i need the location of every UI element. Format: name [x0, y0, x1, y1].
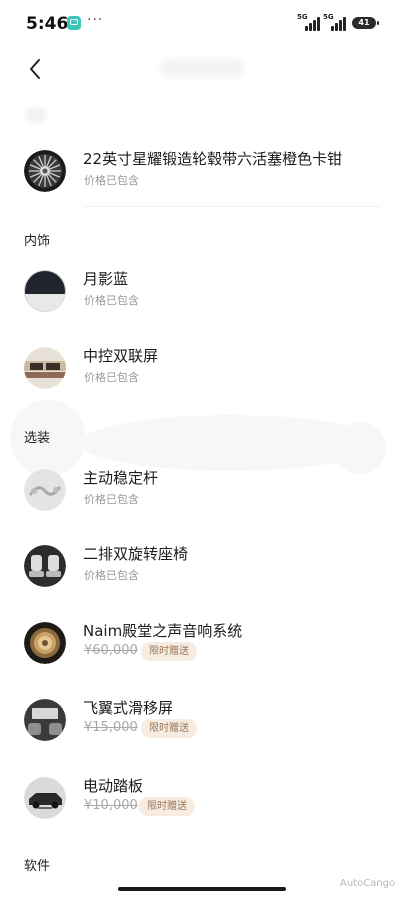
option-price-status: 价格已包含	[84, 174, 139, 187]
more-notifications-icon: ···	[87, 12, 104, 28]
option-name: 电动踏板	[83, 777, 144, 795]
stabilizer-icon	[24, 469, 66, 511]
option-item-rotating-seats[interactable]: 二排双旋转座椅 价格已包含	[0, 541, 404, 601]
free-gift-badge: 限时赠送	[141, 642, 197, 661]
screen-icon	[24, 699, 66, 741]
battery-icon: 41	[352, 17, 379, 29]
option-item-sliding-screen[interactable]: 飞翼式滑移屏 ¥15,000 限时赠送	[0, 695, 404, 755]
speaker-icon	[24, 622, 66, 664]
section-title-interior: 内饰	[24, 234, 51, 249]
network-type-label: 5G	[323, 13, 334, 21]
color-swatch-icon	[24, 270, 66, 312]
option-item-color[interactable]: 月影蓝 价格已包含	[0, 266, 404, 326]
signal-icon: 5G	[323, 13, 349, 31]
option-item-stabilizer[interactable]: 主动稳定杆 价格已包含	[0, 465, 404, 525]
option-price-status: 价格已包含	[84, 371, 139, 384]
option-name: 飞翼式滑移屏	[83, 699, 174, 717]
option-item-wheel[interactable]: 22英寸星耀锻造轮毂带六活塞橙色卡钳 价格已包含	[0, 146, 404, 206]
option-item-running-board[interactable]: 电动踏板 ¥10,000 限时赠送	[0, 773, 404, 833]
option-price-status: 价格已包含	[84, 294, 139, 307]
option-price-status: 价格已包含	[84, 493, 139, 506]
page-title-blurred	[160, 58, 244, 78]
option-name: 月影蓝	[83, 270, 129, 288]
original-price: ¥60,000	[84, 643, 138, 658]
wheel-icon	[24, 150, 66, 192]
option-name: 22英寸星耀锻造轮毂带六活塞橙色卡钳	[83, 150, 343, 168]
section-title-options: 选装	[24, 431, 51, 446]
home-indicator[interactable]	[118, 887, 286, 891]
back-button[interactable]	[24, 57, 48, 81]
seat-icon	[24, 545, 66, 587]
option-name: 中控双联屏	[83, 347, 159, 365]
section-label-blurred	[26, 108, 46, 122]
free-gift-badge: 限时赠送	[139, 797, 195, 816]
option-name: 二排双旋转座椅	[83, 545, 189, 563]
option-price-status: 价格已包含	[84, 569, 139, 582]
section-title-software: 软件	[24, 859, 51, 874]
original-price: ¥15,000	[84, 720, 138, 735]
divider	[84, 206, 380, 207]
option-name: Naim殿堂之声音响系统	[83, 622, 243, 640]
running-board-icon	[24, 777, 66, 819]
original-price: ¥10,000	[84, 798, 138, 813]
chevron-left-icon	[30, 59, 40, 79]
free-gift-badge: 限时赠送	[141, 719, 197, 738]
status-time: 5:46	[26, 14, 69, 34]
network-type-label: 5G	[297, 13, 308, 21]
watermark: AutoCango	[340, 878, 396, 889]
status-bar: 5:46 ··· 5G 5G 41	[0, 0, 404, 46]
dashboard-icon	[24, 347, 66, 389]
signal-icon: 5G	[297, 13, 323, 31]
option-name: 主动稳定杆	[83, 469, 159, 487]
option-item-naim-audio[interactable]: Naim殿堂之声音响系统 ¥60,000 限时赠送	[0, 618, 404, 678]
app-notification-icon	[67, 16, 81, 30]
option-item-dual-screen[interactable]: 中控双联屏 价格已包含	[0, 343, 404, 403]
